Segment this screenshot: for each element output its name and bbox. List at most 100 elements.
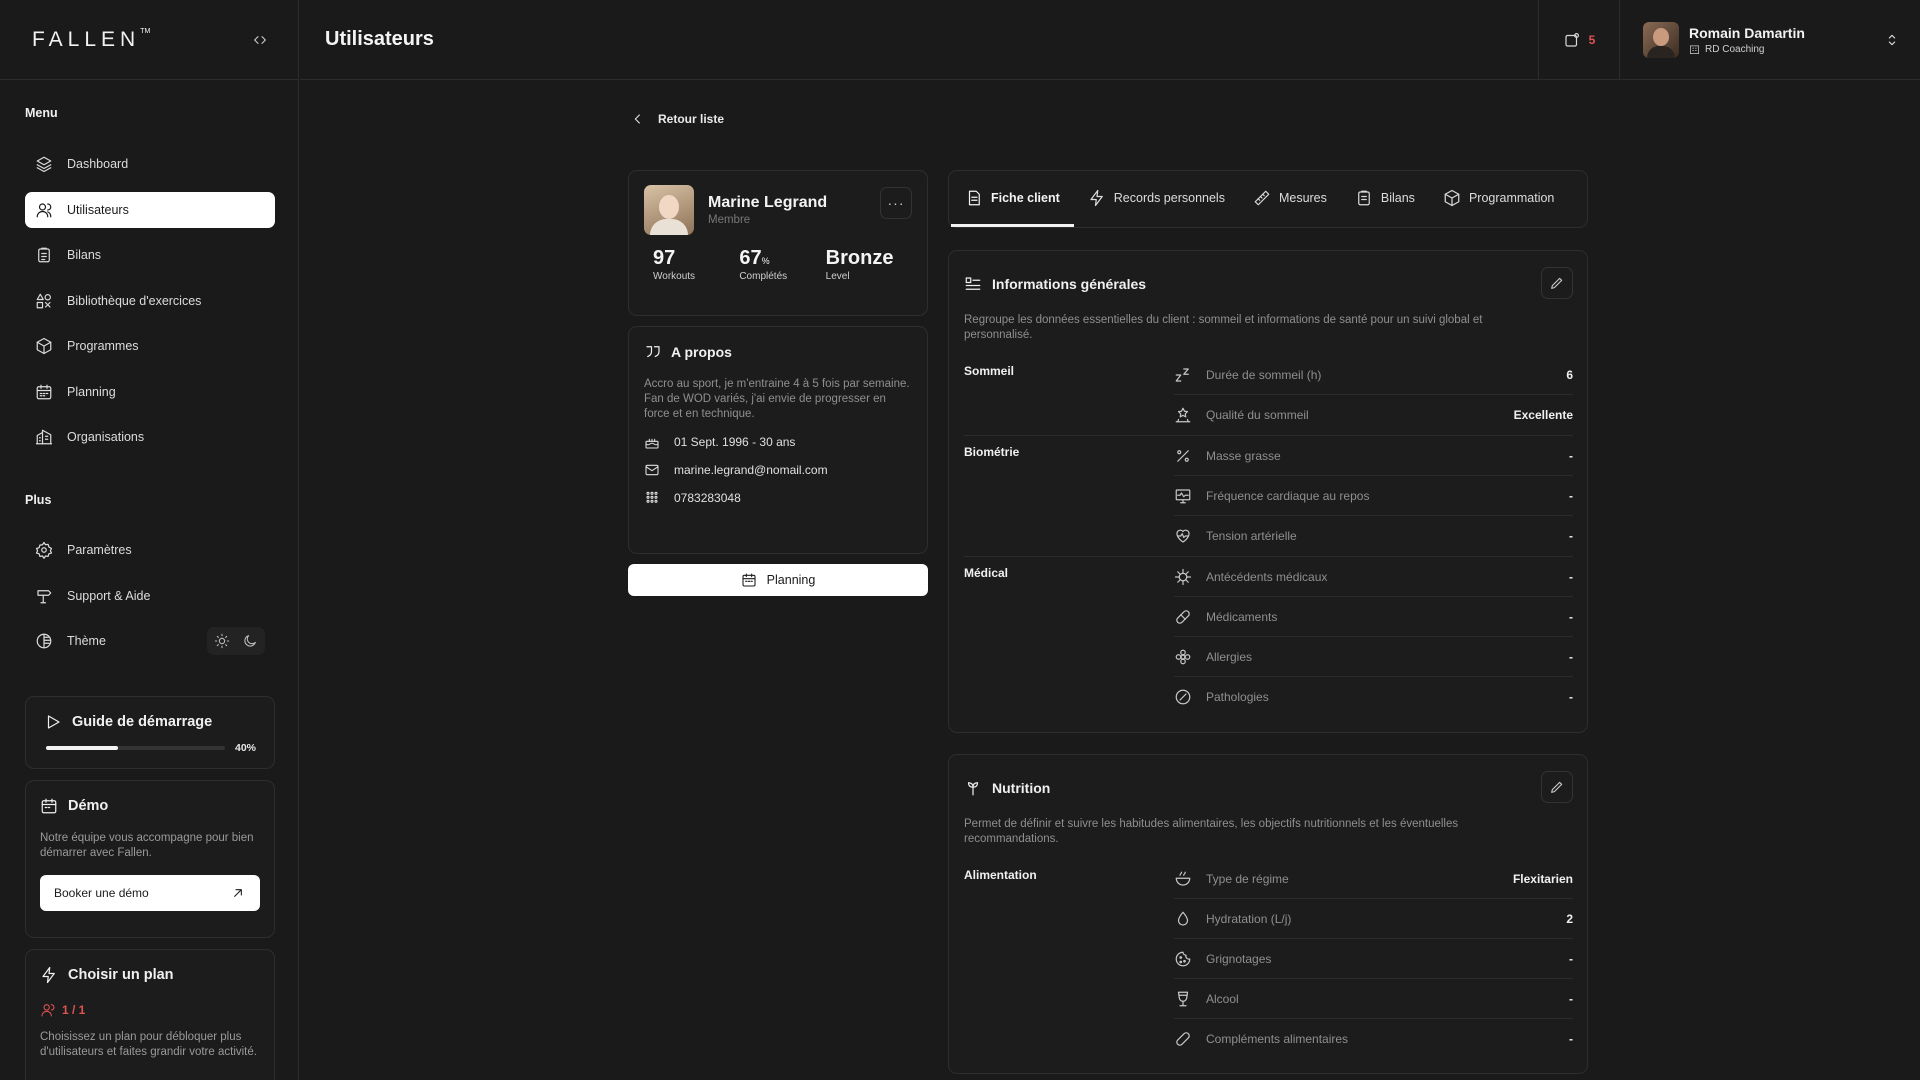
planning-button[interactable]: Planning [628, 564, 928, 596]
tab-bilans[interactable]: Bilans [1341, 171, 1429, 227]
users-icon [40, 1002, 56, 1018]
stars-icon [1174, 406, 1192, 424]
guide-title: Guide de démarrage [72, 714, 213, 730]
clipboard-icon [1355, 189, 1373, 207]
collapse-sidebar-icon[interactable] [252, 32, 268, 48]
phone[interactable]: 0783283048 [644, 490, 912, 506]
row-resting-heart-rate: Fréquence cardiaque au repos - [1174, 476, 1573, 516]
calendar-icon [741, 572, 757, 588]
sidebar-item-programmes[interactable]: Programmes [25, 328, 275, 364]
edit-nutrition-button[interactable] [1541, 771, 1573, 803]
row-hydration: Hydratation (L/j) 2 [1174, 899, 1573, 939]
general-info-desc: Regroupe les données essentielles du cli… [964, 314, 1483, 341]
guide-progress-label: 40% [234, 742, 256, 754]
group-sommeil: Sommeil Durée de sommeil (h) 6 Qualité d… [964, 355, 1573, 435]
demo-text: Notre équipe vous accompagne pour bien d… [40, 832, 254, 859]
sidebar-item-label: Support & Aide [67, 588, 151, 603]
sidebar-item-label: Thème [67, 634, 106, 648]
tab-records-personnels[interactable]: Records personnels [1074, 171, 1239, 227]
top-bar: Utilisateurs 5 Romain Damartin RD Coachi… [300, 0, 1920, 80]
sidebar-item-bilans[interactable]: Bilans [25, 237, 275, 273]
client-stats: 97 Workouts 67% Complétés Bronze Level [644, 247, 912, 282]
client-avatar [644, 185, 694, 235]
capsule-icon [1174, 1030, 1192, 1048]
email[interactable]: marine.legrand@nomail.com [644, 462, 912, 478]
row-pathologies: Pathologies - [1174, 677, 1573, 717]
sidebar-item-label: Dashboard [67, 157, 129, 171]
sidebar-item-label: Planning [67, 384, 116, 399]
moon-icon[interactable] [238, 630, 262, 652]
shapes-icon [35, 292, 53, 310]
more-options-button[interactable]: ··· [880, 187, 912, 219]
tab-mesures[interactable]: Mesures [1239, 171, 1341, 227]
cake-icon [644, 434, 660, 450]
guide-progress-fill [46, 746, 118, 750]
calendar-icon [40, 797, 58, 815]
edit-general-info-button[interactable] [1541, 267, 1573, 299]
layers-icon [35, 155, 53, 173]
sidebar-item-parametres[interactable]: Paramètres [25, 532, 275, 568]
bolt-icon [1088, 189, 1106, 207]
arrow-up-right-icon [230, 885, 246, 901]
row-body-fat: Masse grasse - [1174, 436, 1573, 476]
flower-icon [1174, 648, 1192, 666]
clipboard-icon [35, 246, 53, 264]
sidebar-item-label: Bibliothèque d'exercices [67, 293, 202, 308]
box-icon [1443, 189, 1461, 207]
user-menu[interactable]: Romain Damartin RD Coaching [1620, 21, 1920, 58]
prohibit-icon [1174, 688, 1192, 706]
plus-nav: Paramètres Support & Aide Thème [25, 532, 275, 669]
droplet-icon [1174, 910, 1192, 928]
row-alcohol: Alcool - [1174, 979, 1573, 1019]
demo-card: Démo Notre équipe vous accompagne pour b… [25, 780, 275, 938]
glass-icon [1174, 990, 1192, 1008]
group-alimentation: Alimentation Type de régime Flexitarien … [964, 859, 1573, 1059]
cookie-icon [1174, 950, 1192, 968]
row-blood-pressure: Tension artérielle - [1174, 516, 1573, 556]
signpost-icon [35, 587, 53, 605]
theme-icon [35, 632, 53, 650]
sun-icon[interactable] [210, 630, 234, 652]
general-info-title: Informations générales [992, 276, 1147, 292]
book-demo-button[interactable]: Booker une démo [40, 875, 260, 911]
sidebar-item-utilisateurs[interactable]: Utilisateurs [25, 191, 275, 228]
building-icon [1689, 44, 1700, 55]
row-medications: Médicaments - [1174, 597, 1573, 637]
sidebar-item-dashboard[interactable]: Dashboard [25, 146, 275, 182]
sidebar-item-bibliotheque[interactable]: Bibliothèque d'exercices [25, 283, 275, 319]
tab-fiche-client[interactable]: Fiche client [951, 171, 1074, 227]
play-icon [44, 713, 62, 731]
guide-card[interactable]: Guide de démarrage 40% [25, 696, 275, 769]
stat-completed: 67% Complétés [739, 247, 788, 282]
row-snacking: Grignotages - [1174, 939, 1573, 979]
gear-icon [35, 541, 53, 559]
client-tabs: Fiche client Records personnels Mesures … [948, 170, 1588, 228]
sidebar-item-label: Organisations [67, 430, 145, 444]
quote-icon [644, 343, 662, 361]
notifications-button[interactable]: 5 [1538, 0, 1620, 80]
calendar-icon [35, 383, 53, 401]
percent-icon [1174, 447, 1192, 465]
tab-programmation[interactable]: Programmation [1429, 171, 1568, 227]
plan-title: Choisir un plan [68, 967, 174, 983]
logo[interactable]: FALLENTM [32, 28, 150, 52]
building-icon [35, 428, 53, 446]
nutrition-panel: Nutrition Permet de définir et suivre le… [948, 754, 1588, 1074]
sidebar-item-support[interactable]: Support & Aide [25, 578, 275, 614]
back-to-list-link[interactable]: Retour liste [630, 111, 724, 127]
sidebar-item-organisations[interactable]: Organisations [25, 419, 275, 455]
client-name: Marine Legrand [708, 194, 828, 211]
sidebar-item-planning[interactable]: Planning [25, 374, 275, 410]
row-allergies: Allergies - [1174, 637, 1573, 677]
zzz-icon [1174, 366, 1192, 384]
monitor-heart-icon [1174, 487, 1192, 505]
pencil-icon [1549, 275, 1565, 291]
users-icon [35, 201, 53, 219]
group-medical: Médical Antécédents médicaux - Médicamen… [964, 556, 1573, 717]
avatar [1643, 21, 1679, 58]
sidebar-item-label: Utilisateurs [67, 202, 129, 217]
plus-section-title: Plus [25, 493, 52, 507]
plan-text: Choisissez un plan pour débloquer plus d… [40, 1031, 257, 1058]
demo-title: Démo [68, 798, 109, 814]
pencil-icon [1549, 779, 1565, 795]
